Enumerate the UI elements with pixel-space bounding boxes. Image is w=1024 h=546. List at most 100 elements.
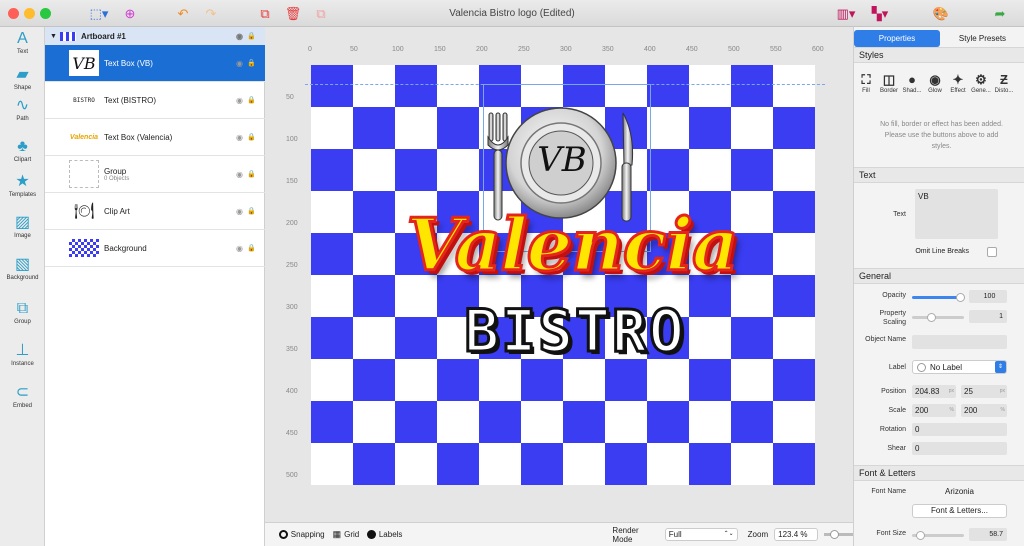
checker-cell (353, 359, 395, 401)
lock-icon[interactable]: 🔒 (247, 59, 256, 67)
scale-x-field[interactable]: 200% (912, 404, 956, 417)
zoom-slider[interactable] (824, 530, 854, 539)
layer-row[interactable]: VB Text Box (VB) ◉ 🔒 (45, 45, 265, 82)
tool-embed[interactable]: ⊂ Embed (0, 384, 45, 409)
position-y-field[interactable]: 25 px (961, 385, 1007, 398)
snapping-radio[interactable] (279, 530, 288, 539)
grid-icon[interactable]: ▦ (333, 529, 342, 540)
ruler-tick-label: 300 (560, 46, 572, 53)
layer-label: Text Box (Valencia) (104, 132, 173, 142)
rotation-field[interactable]: 0 (912, 423, 1007, 436)
tool-text[interactable]: A Text (0, 30, 45, 55)
layer-row[interactable]: 🍽 Clip Art ◉ 🔒 (45, 193, 265, 230)
effect-style-icon: ✦ (952, 72, 964, 87)
checker-cell (605, 443, 647, 485)
tool-instance[interactable]: ⊥ Instance (0, 342, 45, 367)
object-name-label: Object Name (865, 336, 906, 343)
tab-properties[interactable]: Properties (854, 30, 940, 47)
scaling-slider[interactable] (912, 313, 964, 322)
omit-line-breaks-checkbox[interactable] (987, 247, 997, 257)
bistro-subtitle[interactable]: BISTRO (430, 296, 720, 367)
checker-cell (563, 401, 605, 443)
lock-icon[interactable]: 🔒 (247, 207, 256, 215)
lock-icon[interactable]: 🔒 (247, 170, 256, 178)
style-button-effect[interactable]: ✦ Effect (948, 72, 968, 94)
font-size-field[interactable]: 58.7 (969, 528, 1007, 541)
text-value-field[interactable]: VB (915, 189, 998, 239)
tool-clipart[interactable]: ♣ Clipart (0, 138, 45, 163)
tab-style-presets[interactable]: Style Presets (940, 30, 1024, 47)
checker-cell (311, 443, 353, 485)
chevron-icon: ⌃⌄ (723, 531, 734, 537)
palette-icon[interactable]: 🎨 (932, 4, 950, 24)
labels-toggle[interactable] (367, 530, 376, 539)
eye-icon[interactable]: ◉ (236, 59, 243, 68)
opacity-field[interactable]: 100 (969, 290, 1007, 303)
align-icon[interactable]: ▚▾ (868, 4, 892, 24)
scaling-field[interactable]: 1 (969, 310, 1007, 323)
artboard-thumb (59, 31, 76, 41)
border-style-icon: ◫ (882, 72, 896, 87)
checker-cell (479, 401, 521, 443)
style-button-label: Disto... (994, 88, 1014, 94)
eye-icon[interactable]: ◉ (236, 244, 243, 253)
tool-shape[interactable]: ▰ Shape (0, 66, 45, 91)
style-button-shad[interactable]: ● Shad... (902, 72, 922, 94)
font-letters-button[interactable]: Font & Letters... (912, 504, 1007, 518)
lock-icon[interactable]: 🔒 (247, 96, 256, 104)
omit-line-breaks-label: Omit Line Breaks (915, 248, 969, 255)
tool-label: Text (16, 49, 28, 55)
tool-label: Clipart (13, 157, 32, 163)
font-size-slider[interactable] (912, 531, 964, 540)
disclosure-triangle-icon[interactable]: ▼ (50, 33, 57, 40)
layer-label: Group (104, 166, 127, 176)
tool-label: Embed (12, 403, 32, 409)
eye-icon[interactable]: ◉ (236, 133, 243, 142)
lock-icon[interactable]: 🔒 (247, 244, 256, 252)
checker-cell (437, 65, 479, 107)
lock-icon[interactable]: 🔒 (247, 32, 256, 40)
lock-icon[interactable]: 🔒 (247, 133, 256, 141)
style-button-border[interactable]: ◫ Border (879, 72, 899, 94)
style-button-gene[interactable]: ⚙ Gene... (971, 72, 991, 94)
checker-cell (353, 191, 395, 233)
layer-row[interactable]: Background ◉ 🔒 (45, 230, 265, 267)
opacity-slider[interactable] (912, 293, 965, 302)
scale-y-field[interactable]: 200% (961, 404, 1007, 417)
share-icon[interactable]: ➦ (990, 4, 1010, 24)
layer-sublabel: 0 Objects (104, 175, 130, 182)
monogram-text[interactable]: VB (527, 140, 597, 180)
arrange-icon[interactable]: ▥▾ (834, 4, 858, 24)
eye-icon[interactable]: ◉ (236, 96, 243, 105)
artboard-row[interactable]: ▼ Artboard #1 ◉ 🔒 (45, 27, 265, 45)
position-x-field[interactable]: 204.83 px (912, 385, 956, 398)
eye-icon[interactable]: ◉ (236, 32, 243, 41)
tool-image[interactable]: ▨ Image (0, 214, 45, 239)
eye-icon[interactable]: ◉ (236, 207, 243, 216)
layer-row[interactable]: Valencia Text Box (Valencia) ◉ 🔒 (45, 119, 265, 156)
style-button-glow[interactable]: ◉ Glow (925, 72, 945, 94)
object-name-field[interactable] (912, 335, 1007, 349)
tool-templates[interactable]: ★ Templates (0, 173, 45, 198)
style-button-fill[interactable]: ⛶ Fill (856, 72, 876, 94)
embed-tool-icon: ⊂ (15, 384, 30, 401)
eye-icon[interactable]: ◉ (236, 170, 243, 179)
label-select[interactable]: No Label ⇕ (912, 360, 1007, 374)
checker-cell (689, 149, 731, 191)
tool-path[interactable]: ∿ Path (0, 97, 45, 122)
tool-group[interactable]: ⧉ Group (0, 300, 45, 325)
layer-row[interactable]: BISTRO Text (BISTRO) ◉ 🔒 (45, 82, 265, 119)
tool-background[interactable]: ▧ Background (0, 256, 45, 281)
group-tool-icon: ⧉ (16, 300, 29, 317)
layer-row[interactable]: Group 0 Objects ◉ 🔒 (45, 156, 265, 193)
checker-cell (773, 401, 815, 443)
style-button-disto[interactable]: Ƶ Disto... (994, 72, 1014, 94)
shear-field[interactable]: 0 (912, 442, 1007, 455)
zoom-field[interactable]: 123.4 % (774, 528, 819, 541)
checker-cell (773, 443, 815, 485)
render-mode-select[interactable]: Full ⌃⌄ (664, 528, 738, 541)
fill-style-icon: ⛶ (861, 72, 871, 87)
position-label: Position (881, 388, 906, 395)
valencia-title[interactable]: Valencia (392, 200, 752, 290)
checker-cell (395, 401, 437, 443)
